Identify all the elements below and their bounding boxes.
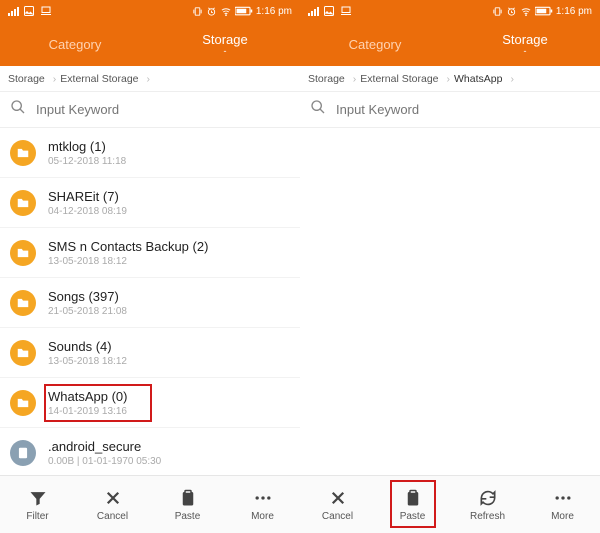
vibrate-icon bbox=[492, 6, 503, 17]
item-name: SHAREit (7) bbox=[48, 189, 127, 204]
more-button[interactable]: More bbox=[225, 476, 300, 533]
status-bar: 1:16 pm bbox=[0, 0, 300, 22]
search-icon[interactable] bbox=[10, 99, 26, 120]
item-name: Songs (397) bbox=[48, 289, 127, 304]
chevron-right-icon: › bbox=[510, 73, 514, 85]
more-button[interactable]: More bbox=[525, 476, 600, 533]
right-pane: 1:16 pm Category Storage- Storage › Exte… bbox=[300, 0, 600, 478]
wifi-icon bbox=[520, 6, 532, 17]
picture-icon bbox=[323, 5, 335, 17]
close-icon bbox=[327, 487, 349, 509]
tab-bar: Category Storage- bbox=[300, 22, 600, 66]
item-name: .android_secure bbox=[48, 439, 161, 454]
refresh-button[interactable]: Refresh bbox=[450, 476, 525, 533]
item-sub: 0.00B | 01-01-1970 05:30 bbox=[48, 456, 161, 467]
refresh-icon bbox=[477, 487, 499, 509]
bottom-action-bar: Filter Cancel Paste More Cancel Paste Re… bbox=[0, 475, 600, 533]
folder-icon bbox=[10, 290, 36, 316]
more-icon bbox=[552, 487, 574, 509]
list-item[interactable]: .android_secure 0.00B | 01-01-1970 05:30 bbox=[0, 428, 300, 478]
close-icon bbox=[102, 487, 124, 509]
folder-icon bbox=[10, 140, 36, 166]
search-input[interactable] bbox=[36, 102, 290, 117]
wifi-icon bbox=[220, 6, 232, 17]
alarm-icon bbox=[506, 6, 517, 17]
item-sub: 04-12-2018 08:19 bbox=[48, 206, 127, 217]
search-row bbox=[300, 92, 600, 128]
tab-category[interactable]: Category bbox=[0, 22, 150, 66]
list-item[interactable]: Songs (397) 21-05-2018 21:08 bbox=[0, 278, 300, 328]
battery-icon bbox=[235, 6, 253, 16]
file-list: mtklog (1) 05-12-2018 11:18 SHAREit (7) 04… bbox=[0, 128, 300, 478]
list-item[interactable]: Sounds (4) 13-05-2018 18:12 bbox=[0, 328, 300, 378]
list-item-whatsapp[interactable]: WhatsApp (0) 14-01-2019 13:16 bbox=[0, 378, 300, 428]
battery-icon bbox=[535, 6, 553, 16]
folder-icon bbox=[10, 390, 36, 416]
list-item[interactable]: SHAREit (7) 04-12-2018 08:19 bbox=[0, 178, 300, 228]
tab-category[interactable]: Category bbox=[300, 22, 450, 66]
chevron-right-icon: › bbox=[353, 73, 357, 85]
left-pane: 1:16 pm Category Storage- Storage › Exte… bbox=[0, 0, 300, 478]
item-sub: 13-05-2018 18:12 bbox=[48, 356, 127, 367]
tab-bar: Category Storage- bbox=[0, 22, 300, 66]
filter-button[interactable]: Filter bbox=[0, 476, 75, 533]
folder-icon bbox=[10, 240, 36, 266]
list-item[interactable]: mtklog (1) 05-12-2018 11:18 bbox=[0, 128, 300, 178]
item-sub: 05-12-2018 11:18 bbox=[48, 156, 126, 167]
file-icon bbox=[10, 440, 36, 466]
breadcrumb[interactable]: Storage › External Storage › bbox=[0, 66, 300, 92]
alarm-icon bbox=[206, 6, 217, 17]
signal-icon bbox=[8, 6, 19, 16]
chevron-right-icon: › bbox=[53, 73, 57, 85]
search-input[interactable] bbox=[336, 102, 590, 117]
chevron-right-icon: › bbox=[147, 73, 151, 85]
item-sub: 14-01-2019 13:16 bbox=[48, 406, 127, 417]
cancel-button[interactable]: Cancel bbox=[300, 476, 375, 533]
list-item[interactable]: SMS n Contacts Backup (2) 13-05-2018 18:1… bbox=[0, 228, 300, 278]
clipboard-icon bbox=[402, 487, 424, 509]
filter-icon bbox=[27, 487, 49, 509]
status-time: 1:16 pm bbox=[556, 6, 592, 17]
picture-icon bbox=[23, 5, 35, 17]
item-sub: 13-05-2018 18:12 bbox=[48, 256, 208, 267]
search-icon[interactable] bbox=[310, 99, 326, 120]
tab-storage[interactable]: Storage- bbox=[450, 22, 600, 66]
signal-icon bbox=[308, 6, 319, 16]
vibrate-icon bbox=[192, 6, 203, 17]
breadcrumb[interactable]: Storage › External Storage › WhatsApp › bbox=[300, 66, 600, 92]
crumb-external[interactable]: External Storage bbox=[60, 73, 138, 85]
chevron-right-icon: › bbox=[447, 73, 451, 85]
status-time: 1:16 pm bbox=[256, 6, 292, 17]
item-name: SMS n Contacts Backup (2) bbox=[48, 239, 208, 254]
folder-icon bbox=[10, 190, 36, 216]
item-name: mtklog (1) bbox=[48, 139, 126, 154]
more-icon bbox=[252, 487, 274, 509]
crumb-whatsapp[interactable]: WhatsApp bbox=[454, 73, 502, 85]
status-bar: 1:16 pm bbox=[300, 0, 600, 22]
tab-storage[interactable]: Storage- bbox=[150, 22, 300, 66]
cancel-button[interactable]: Cancel bbox=[75, 476, 150, 533]
paste-button-highlighted[interactable]: Paste bbox=[375, 476, 450, 533]
crumb-storage[interactable]: Storage bbox=[308, 73, 345, 85]
clipboard-icon bbox=[177, 487, 199, 509]
laptop-icon bbox=[39, 5, 53, 17]
item-name: Sounds (4) bbox=[48, 339, 127, 354]
paste-button[interactable]: Paste bbox=[150, 476, 225, 533]
crumb-external[interactable]: External Storage bbox=[360, 73, 438, 85]
item-name: WhatsApp (0) bbox=[48, 389, 127, 404]
item-sub: 21-05-2018 21:08 bbox=[48, 306, 127, 317]
laptop-icon bbox=[339, 5, 353, 17]
crumb-storage[interactable]: Storage bbox=[8, 73, 45, 85]
search-row bbox=[0, 92, 300, 128]
folder-icon bbox=[10, 340, 36, 366]
